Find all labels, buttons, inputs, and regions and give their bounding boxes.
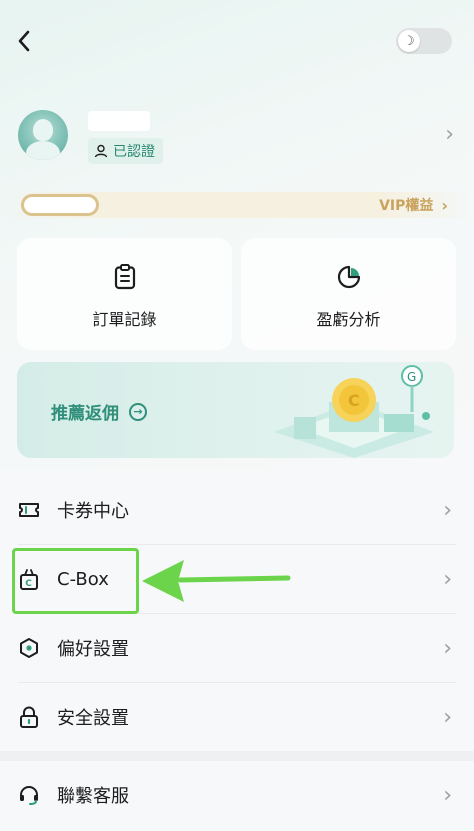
verified-badge: 已認證 [88, 138, 163, 164]
menu-item-support[interactable]: 聯繫客服 › [0, 761, 474, 829]
chevron-right-icon: › [443, 704, 452, 730]
vip-progress [21, 194, 99, 216]
order-records-card[interactable]: 訂單記錄 [17, 238, 232, 350]
pnl-analysis-label: 盈虧分析 [316, 310, 381, 329]
theme-toggle[interactable]: ☽ [396, 28, 452, 54]
chevron-right-icon: › [443, 782, 452, 808]
pie-chart-icon [336, 264, 362, 290]
svg-text:G: G [407, 370, 416, 384]
moon-icon: ☽ [398, 30, 420, 52]
clipboard-icon [112, 264, 138, 290]
support-label: 聯繫客服 [57, 786, 129, 807]
back-button[interactable] [10, 26, 38, 56]
headset-icon [18, 784, 40, 806]
menu-item-preferences[interactable]: 偏好設置 › [0, 614, 474, 682]
annotation-highlight-box [12, 548, 139, 614]
vip-link[interactable]: VIP權益 › [379, 195, 448, 215]
menu-item-coupons[interactable]: 卡券中心 › [0, 476, 474, 544]
ticket-icon [18, 499, 40, 521]
chevron-right-icon: › [443, 566, 452, 592]
chevron-right-icon: › [443, 497, 452, 523]
verified-label: 已認證 [113, 144, 155, 160]
arrow-right-circle-icon: → [129, 402, 147, 421]
menu-group-support: 聯繫客服 › [0, 761, 474, 831]
pnl-analysis-card[interactable]: 盈虧分析 [241, 238, 456, 350]
user-icon [94, 144, 108, 158]
chevron-left-icon [18, 30, 30, 52]
vip-bar[interactable]: VIP權益 › [0, 192, 474, 218]
coupons-label: 卡券中心 [57, 501, 129, 522]
avatar [18, 110, 68, 160]
username [88, 111, 150, 131]
chevron-right-icon: › [443, 635, 452, 661]
section-gap [0, 751, 474, 761]
security-label: 安全設置 [57, 708, 129, 729]
profile-row[interactable]: 已認證 › [18, 108, 458, 166]
preferences-label: 偏好設置 [57, 639, 129, 660]
svg-text:C: C [348, 391, 360, 410]
referral-link[interactable]: 推薦返佣 → [51, 399, 147, 424]
annotation-arrow-icon [142, 560, 291, 602]
menu-item-security[interactable]: 安全設置 › [0, 683, 474, 751]
order-records-label: 訂單記錄 [92, 310, 157, 329]
chevron-right-icon: › [441, 195, 448, 215]
referral-banner[interactable]: 推薦返佣 → C G [17, 362, 454, 458]
hexagon-settings-icon [18, 637, 40, 659]
vip-label: VIP權益 [379, 198, 434, 214]
lock-icon [18, 706, 40, 728]
chevron-right-icon: › [445, 122, 454, 147]
referral-label: 推薦返佣 [51, 404, 119, 424]
referral-illustration: C G [274, 365, 434, 458]
